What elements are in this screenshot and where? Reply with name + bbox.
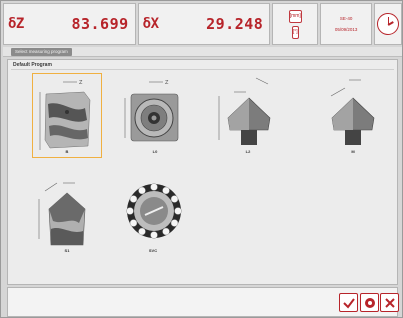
x-axis-readout: δX 29.248 — [137, 3, 271, 45]
program-tile-s1[interactable]: S1 — [32, 172, 102, 257]
cone-tool-alt-icon — [330, 79, 375, 145]
drill-profile-icon: Z — [39, 80, 91, 150]
cancel-button[interactable] — [380, 293, 399, 312]
z-axis-value: 83.699 — [71, 15, 129, 33]
cone-tool-icon — [218, 77, 271, 145]
drill-point-icon — [38, 182, 86, 246]
tile-label: S1 — [64, 248, 70, 253]
program-tile-m[interactable]: M — [318, 73, 388, 158]
clock-icon — [377, 13, 400, 35]
insert-top-icon: Z — [124, 80, 179, 142]
tile-label: L0 — [152, 149, 158, 154]
ring-tool-icon — [126, 183, 182, 239]
check-icon — [342, 297, 355, 309]
tool-icon — [364, 297, 375, 308]
units-panel: [mm] [°] — [272, 3, 319, 45]
program-tile-svc[interactable]: SVC — [118, 172, 188, 257]
cross-icon — [384, 297, 395, 308]
tile-label: M — [351, 149, 355, 154]
measuring-window: δZ 83.699 δX 29.248 [mm] [°] SE-40 05/09… — [0, 0, 403, 318]
tile-label: B — [65, 149, 69, 154]
tool-button[interactable] — [360, 293, 379, 312]
tile-label: L2 — [245, 149, 251, 154]
panel-title: Default Program — [13, 62, 52, 68]
unit-mm-button[interactable]: [mm] — [288, 9, 302, 23]
header-bar: δZ 83.699 δX 29.248 [mm] [°] SE-40 05/09… — [3, 3, 402, 45]
info-panel: SE-40 05/09/2013 — [320, 3, 373, 45]
program-tile-l2[interactable]: L2 — [213, 73, 283, 158]
program-tile-b[interactable]: Z B — [32, 73, 102, 158]
svg-text:Z: Z — [79, 80, 83, 86]
tab-strip: Select measuring program — [3, 47, 402, 57]
x-axis-label: δX — [142, 16, 159, 32]
machine-id: SE-40 — [339, 16, 353, 21]
program-panel: Default Program Z B Z L0 L2 M S1 SVC — [7, 59, 398, 285]
date-text: 05/09/2013 — [334, 27, 358, 32]
program-tile-l0[interactable]: Z L0 — [120, 73, 190, 158]
tab-select-program[interactable]: Select measuring program — [11, 48, 72, 56]
svg-text:Z: Z — [165, 80, 169, 86]
z-axis-readout: δZ 83.699 — [3, 3, 136, 45]
clock-cell[interactable] — [374, 3, 402, 45]
tile-label: SVC — [148, 248, 158, 253]
confirm-button[interactable] — [339, 293, 358, 312]
footer-bar — [7, 287, 399, 317]
z-axis-label: δZ — [8, 16, 24, 32]
x-axis-value: 29.248 — [206, 15, 264, 33]
unit-deg-button[interactable]: [°] — [291, 25, 299, 39]
divider — [11, 69, 394, 70]
